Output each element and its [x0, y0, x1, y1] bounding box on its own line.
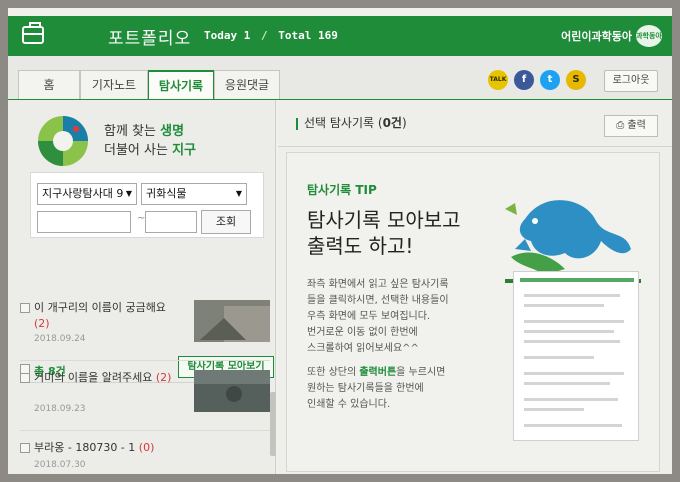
tip-text: 인쇄할 수 있습니다. [307, 399, 391, 410]
tip-card: 탐사기록 TIP 탐사기록 모아보고 출력도 하고! 좌측 화면에서 읽고 싶은… [286, 152, 660, 472]
total-label: Total [278, 29, 312, 42]
slogan-line1: 함께 찾는 [104, 124, 161, 139]
heading-suffix: ) [401, 116, 407, 130]
item-date: 2018.09.23 [34, 404, 86, 414]
tip-heading: 탐사기록 모아보고 출력도 하고! [307, 207, 497, 259]
tip-text: 번거로운 이동 없이 한번에 [307, 327, 418, 338]
today-label: Today [204, 29, 238, 42]
tab-reporter-note[interactable]: 기자노트 [80, 70, 148, 100]
right-panel: 선택 탐사기록 (0건) ⎙ 출력 탐사기록 TIP 탐사기록 모아보고 출력도… [278, 100, 672, 474]
item-title[interactable]: 이 개구리의 이름이 궁금해요 (2) [34, 300, 174, 332]
twitter-icon[interactable]: t [540, 70, 560, 90]
category-select[interactable]: 귀화식물 ▼ [141, 183, 247, 205]
print-label: 출력 [627, 120, 646, 131]
item-title[interactable]: 부라옹 - 180730 - 1 (0) [34, 440, 234, 456]
item-divider [20, 360, 270, 361]
tip-highlight: 출력버튼 [359, 367, 397, 378]
list-item[interactable]: 부라옹 - 180730 - 1 (0) 2018.07.30 [20, 440, 268, 474]
start-date-input[interactable] [37, 211, 131, 233]
search-button[interactable]: 조회 [201, 210, 251, 234]
total-value: 169 [318, 29, 338, 42]
brand-name[interactable]: 어린이과학동아 [561, 28, 632, 44]
heading-prefix: 선택 탐사기록 ( [304, 116, 383, 130]
tab-exploration-record[interactable]: 탐사기록 [148, 70, 214, 101]
right-divider [278, 146, 672, 147]
tip-text: 또한 상단의 [307, 367, 360, 378]
tab-home[interactable]: 홈 [18, 70, 80, 100]
slogan-highlight-life: 생명 [160, 124, 185, 139]
item-checkbox[interactable] [20, 303, 30, 313]
selected-count: 0건 [382, 116, 402, 130]
item-comment-count: (2) [34, 317, 50, 330]
earth-love-emblem-icon [38, 116, 88, 166]
chevron-down-icon: ▼ [235, 189, 242, 198]
item-comment-count: (2) [155, 371, 172, 384]
tip-text: 원하는 탐사기록들을 한번에 [307, 383, 424, 394]
tip-body: 좌측 화면에서 읽고 싶은 탐사기록 들을 클릭하시면, 선택한 내용들이 우측… [307, 277, 497, 413]
tab-cheer-comments[interactable]: 응원댓글 [214, 70, 280, 100]
tip-text: 을 누르시면 [396, 367, 446, 378]
portfolio-window: 포트폴리오 Today 1 / Total 169 어린이과학동아 과학동아 홈… [8, 8, 672, 474]
slogan-line2: 더불어 사는 [104, 143, 173, 158]
item-date: 2018.07.30 [34, 460, 86, 470]
page-title: 포트폴리오 [108, 29, 192, 49]
item-title-text[interactable]: 이 개구리의 이름이 궁금해요 [34, 301, 166, 314]
tip-text: 들을 클릭하시면, 선택한 내용들이 [307, 295, 449, 306]
item-date: 2018.09.24 [34, 334, 86, 344]
item-checkbox[interactable] [20, 443, 30, 453]
briefcase-icon [22, 22, 44, 44]
tip-heading-line1: 탐사기록 모아보고 [307, 208, 461, 232]
selected-records-heading: 선택 탐사기록 (0건) [296, 114, 407, 131]
list-item[interactable]: 거미의 이름을 알려주세요 (2) 2018.09.23 [20, 370, 270, 420]
item-comment-count: (0) [138, 441, 155, 454]
screen-mockup [513, 271, 639, 441]
printer-icon: ⎙ [616, 120, 625, 131]
category-select-value: 귀화식물 [146, 187, 187, 200]
slogan-highlight-earth: 지구 [172, 143, 196, 158]
header-bar: 포트폴리오 Today 1 / Total 169 어린이과학동아 과학동아 [8, 16, 672, 56]
item-divider [20, 430, 270, 431]
kakaotalk-icon[interactable]: TALK [488, 70, 508, 90]
item-thumbnail[interactable] [194, 300, 270, 342]
item-title[interactable]: 거미의 이름을 알려주세요 (2) [34, 370, 174, 386]
item-thumbnail[interactable] [194, 370, 270, 412]
tip-heading-line2: 출력도 하고! [307, 234, 414, 258]
end-date-input[interactable] [145, 211, 197, 233]
team-select[interactable]: 지구사랑탐사대 9 ▼ [37, 183, 137, 205]
chevron-down-icon: ▼ [125, 189, 132, 198]
list-scrollbar[interactable] [270, 392, 276, 456]
slogan: 함께 찾는 생명 더불어 사는 지구 [104, 122, 196, 160]
kakaostory-icon[interactable]: S [566, 70, 586, 90]
item-title-text[interactable]: 부라옹 - 180730 - 1 [34, 441, 135, 454]
item-checkbox[interactable] [20, 373, 30, 383]
team-select-value: 지구사랑탐사대 9 [42, 187, 124, 200]
today-value: 1 [243, 29, 251, 42]
tip-text: 스크롤하여 읽어보세요^^ [307, 343, 419, 354]
visit-counter: Today 1 / Total 169 [204, 29, 338, 42]
tip-label: 탐사기록 TIP [307, 183, 377, 197]
facebook-icon[interactable]: f [514, 70, 534, 90]
tip-text: 우측 화면에 모두 보여집니다. [307, 311, 431, 322]
search-filter-panel: 지구사랑탐사대 9 ▼ 귀화식물 ▼ ~ 조회 [30, 172, 264, 238]
list-item[interactable]: 이 개구리의 이름이 궁금해요 (2) 2018.09.24 [20, 300, 270, 350]
left-panel: 함께 찾는 생명 더불어 사는 지구 총 8건 탐사기록 모아보기 이 개구리의… [8, 100, 276, 474]
logout-button[interactable]: 로그아웃 [604, 70, 658, 92]
item-title-text[interactable]: 거미의 이름을 알려주세요 [34, 371, 152, 384]
tip-text: 좌측 화면에서 읽고 싶은 탐사기록 [307, 279, 449, 290]
brand-logo-icon[interactable]: 과학동아 [636, 25, 662, 47]
tab-bar: 홈 기자노트 탐사기록 응원댓글 TALK f t S 로그아웃 [8, 56, 672, 101]
print-button[interactable]: ⎙ 출력 [604, 115, 658, 137]
